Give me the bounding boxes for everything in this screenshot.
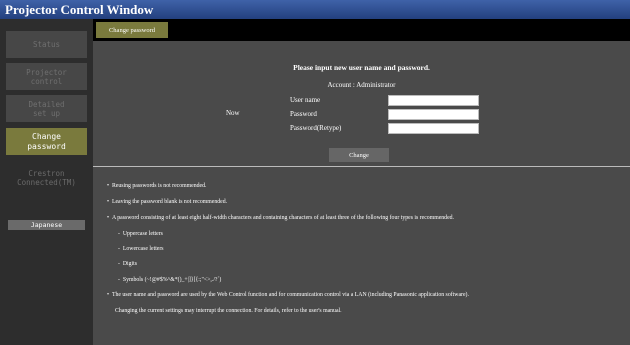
password-label: Password: [290, 110, 317, 118]
note-reuse: • Reusing passwords is not recommended.: [107, 183, 207, 189]
change-button[interactable]: Change: [329, 148, 389, 162]
sidebar-item-detailed-setup[interactable]: Detailed set up: [6, 95, 87, 122]
tab-bar: Change password: [93, 19, 630, 41]
note-usage-text: The user name and password are used by t…: [111, 292, 469, 298]
sidebar-item-status[interactable]: Status: [6, 31, 87, 58]
form-title: Please input new user name and password.: [293, 63, 430, 72]
note-interrupt: Changing the current settings may interr…: [115, 308, 342, 314]
username-field[interactable]: [388, 95, 479, 106]
type-symbols-text: Symbols (~!@#$%^&*()_+|]}[{:;"<>,./?`): [122, 277, 222, 283]
password-retype-field[interactable]: [388, 123, 479, 134]
tab-change-password[interactable]: Change password: [96, 22, 168, 38]
now-label: Now: [226, 109, 240, 117]
type-symbols: - Symbols (~!@#$%^&*()_+|]}[{:;"<>,./?`): [118, 277, 222, 283]
sidebar-item-crestron-connected[interactable]: Crestron Connected(TM): [6, 164, 87, 191]
language-button[interactable]: Japanese: [8, 220, 85, 230]
type-lowercase-text: Lowercase letters: [122, 246, 164, 252]
divider: [93, 166, 630, 167]
sidebar-item-change-password[interactable]: Change password: [6, 128, 87, 155]
password-field[interactable]: [388, 109, 479, 120]
sidebar: Status Projector control Detailed set up…: [0, 19, 93, 345]
note-blank: • Leaving the password blank is not reco…: [107, 199, 228, 205]
type-uppercase-text: Uppercase letters: [122, 231, 163, 237]
window-title: Projector Control Window: [0, 0, 630, 19]
type-lowercase: - Lowercase letters: [118, 246, 164, 252]
note-blank-text: Leaving the password blank is not recomm…: [111, 199, 228, 205]
note-usage: • The user name and password are used by…: [107, 292, 469, 298]
type-uppercase: - Uppercase letters: [118, 231, 163, 237]
type-digits: - Digits: [118, 261, 138, 267]
sidebar-item-projector-control[interactable]: Projector control: [6, 63, 87, 90]
main-panel: Change password Please input new user na…: [93, 19, 630, 345]
note-reuse-text: Reusing passwords is not recommended.: [111, 183, 207, 189]
note-complexity-text: A password consisting of at least eight …: [111, 215, 455, 221]
type-digits-text: Digits: [122, 261, 138, 267]
password-retype-label: Password(Retype): [290, 124, 342, 132]
account-label: Account : Administrator: [327, 81, 396, 89]
username-label: User name: [290, 96, 321, 104]
note-complexity: • A password consisting of at least eigh…: [107, 215, 455, 221]
